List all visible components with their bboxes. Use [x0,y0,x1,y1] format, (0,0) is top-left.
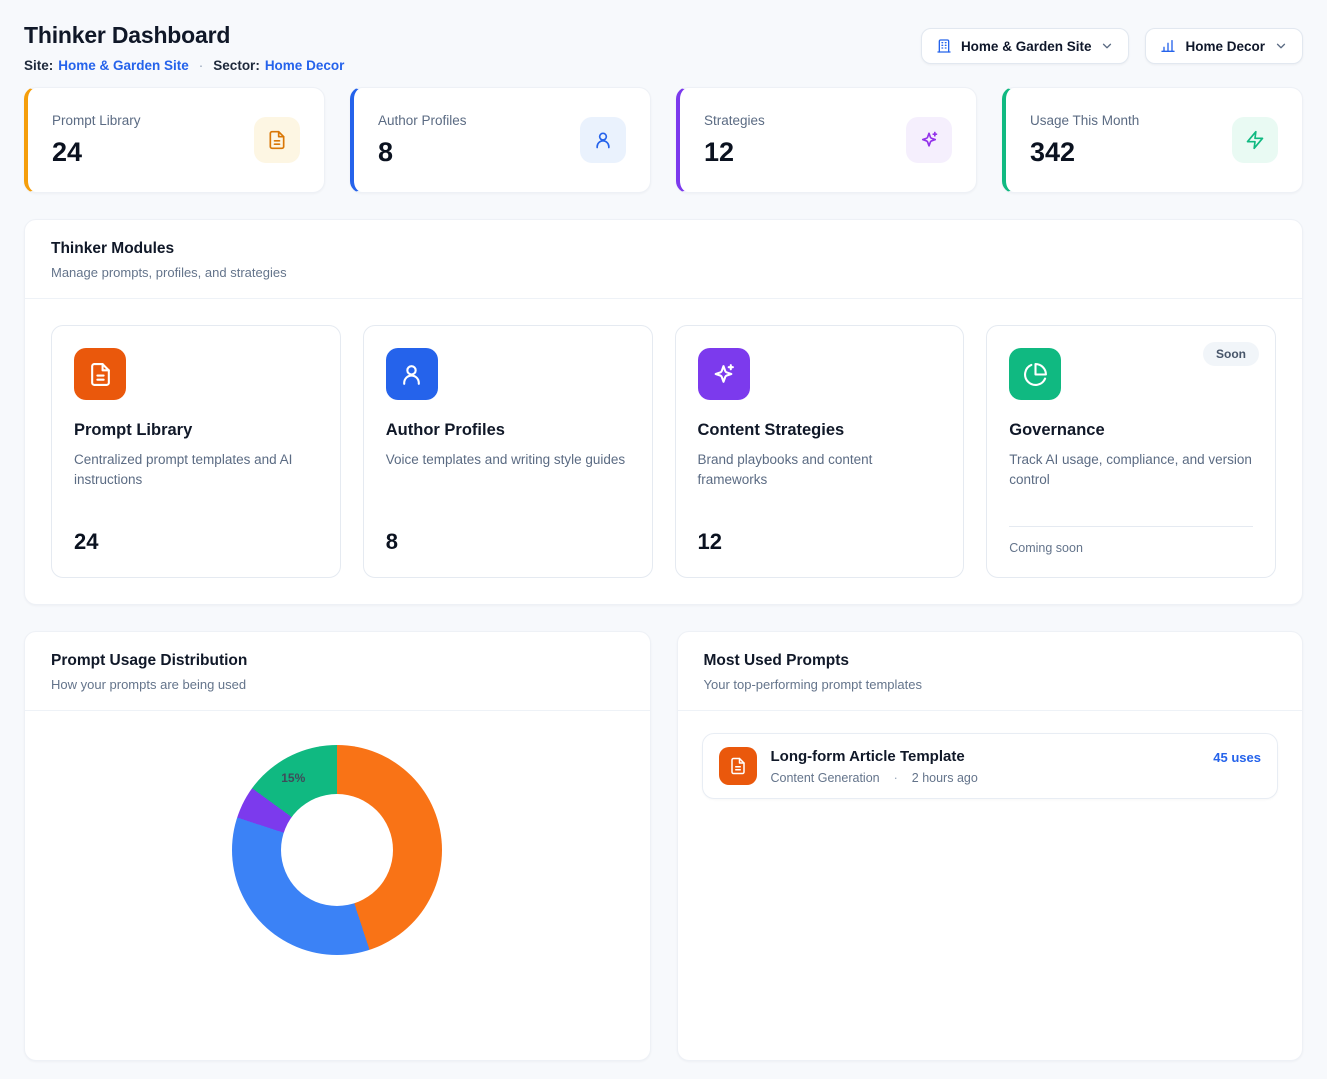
module-card-content-strategies[interactable]: Content Strategies Brand playbooks and c… [675,325,965,578]
dashboard-page: Thinker Dashboard Site: Home & Garden Si… [0,0,1327,1079]
module-description: Track AI usage, compliance, and version … [1009,450,1253,491]
stat-card-author-profiles: Author Profiles 8 [350,87,651,193]
sector-selector-dropdown[interactable]: Home Decor [1145,28,1303,64]
breadcrumb: Site: Home & Garden Site · Sector: Home … [24,58,344,73]
stat-text: Prompt Library 24 [52,113,141,168]
stats-row: Prompt Library 24 Author Profiles 8 Stra… [24,87,1303,193]
stat-label: Prompt Library [52,113,141,128]
separator-dot: · [199,58,204,73]
stat-value: 342 [1030,137,1139,168]
title-block: Thinker Dashboard Site: Home & Garden Si… [24,18,344,73]
sector-selector-label: Home Decor [1185,39,1265,54]
sector-label: Sector: [213,58,260,73]
most-used-prompts-card: Most Used Prompts Your top-performing pr… [677,631,1304,1061]
stat-value: 12 [704,137,765,168]
lightning-icon [1232,117,1278,163]
module-card-governance[interactable]: Soon Governance Track AI usage, complian… [986,325,1276,578]
stat-value: 8 [378,137,467,168]
chevron-down-icon [1274,39,1288,53]
modules-panel-header: Thinker Modules Manage prompts, profiles… [25,220,1302,299]
stat-label: Author Profiles [378,113,467,128]
bottom-row: Prompt Usage Distribution How your promp… [24,631,1303,1061]
document-icon [719,747,757,785]
soon-badge: Soon [1203,342,1259,366]
page-title: Thinker Dashboard [24,22,344,49]
donut-data-label: 15% [281,771,305,785]
module-title: Content Strategies [698,421,942,440]
module-title: Governance [1009,421,1253,440]
sparkles-icon [698,348,750,400]
coming-soon-text: Coming soon [1009,526,1253,555]
stat-label: Strategies [704,113,765,128]
donut-chart-area: 15% [25,711,650,955]
prompt-timestamp: 2 hours ago [912,771,978,785]
bar-chart-icon [1160,38,1176,54]
prompt-title: Long-form Article Template [771,748,978,765]
list-item-long-form-article[interactable]: Long-form Article Template Content Gener… [702,733,1279,799]
pie-chart-icon [1009,348,1061,400]
document-icon [254,117,300,163]
thinker-modules-panel: Thinker Modules Manage prompts, profiles… [24,219,1303,605]
sector-link[interactable]: Home Decor [265,58,345,73]
prompts-card-title: Most Used Prompts [704,652,1277,670]
modules-grid: Prompt Library Centralized prompt templa… [25,299,1302,604]
site-selector-dropdown[interactable]: Home & Garden Site [921,28,1130,64]
sparkles-icon [906,117,952,163]
user-icon [386,348,438,400]
stat-label: Usage This Month [1030,113,1139,128]
module-title: Author Profiles [386,421,630,440]
page-header: Thinker Dashboard Site: Home & Garden Si… [24,18,1303,73]
prompt-info: Long-form Article Template Content Gener… [771,748,978,785]
header-actions: Home & Garden Site Home Decor [921,18,1303,64]
building-icon [936,38,952,54]
prompt-uses-badge: 45 uses [1213,747,1261,765]
donut-chart: 15% [232,745,442,955]
module-description: Voice templates and writing style guides [386,450,630,470]
document-icon [74,348,126,400]
module-title: Prompt Library [74,421,318,440]
prompts-card-subtitle: Your top-performing prompt templates [704,677,1277,692]
usage-distribution-card: Prompt Usage Distribution How your promp… [24,631,651,1061]
chevron-down-icon [1100,39,1114,53]
prompt-meta: Content Generation · 2 hours ago [771,771,978,785]
usage-card-header: Prompt Usage Distribution How your promp… [25,632,650,711]
stat-text: Strategies 12 [704,113,765,168]
prompt-category: Content Generation [771,771,880,785]
stat-card-usage: Usage This Month 342 [1002,87,1303,193]
stat-text: Usage This Month 342 [1030,113,1139,168]
stat-card-strategies: Strategies 12 [676,87,977,193]
module-count: 12 [698,529,942,555]
modules-panel-title: Thinker Modules [51,240,1276,258]
site-label: Site: [24,58,53,73]
prompts-card-header: Most Used Prompts Your top-performing pr… [678,632,1303,711]
usage-card-subtitle: How your prompts are being used [51,677,624,692]
stat-text: Author Profiles 8 [378,113,467,168]
separator-dot: · [894,771,898,785]
modules-panel-subtitle: Manage prompts, profiles, and strategies [51,265,1276,280]
site-link[interactable]: Home & Garden Site [58,58,189,73]
donut-hole [281,794,393,906]
module-count: 8 [386,529,630,555]
stat-card-prompt-library: Prompt Library 24 [24,87,325,193]
module-card-author-profiles[interactable]: Author Profiles Voice templates and writ… [363,325,653,578]
module-description: Centralized prompt templates and AI inst… [74,450,318,491]
module-card-prompt-library[interactable]: Prompt Library Centralized prompt templa… [51,325,341,578]
user-icon [580,117,626,163]
module-count: 24 [74,529,318,555]
prompt-list: Long-form Article Template Content Gener… [678,711,1303,821]
stat-value: 24 [52,137,141,168]
usage-card-title: Prompt Usage Distribution [51,652,624,670]
module-description: Brand playbooks and content frameworks [698,450,942,491]
site-selector-label: Home & Garden Site [961,39,1092,54]
